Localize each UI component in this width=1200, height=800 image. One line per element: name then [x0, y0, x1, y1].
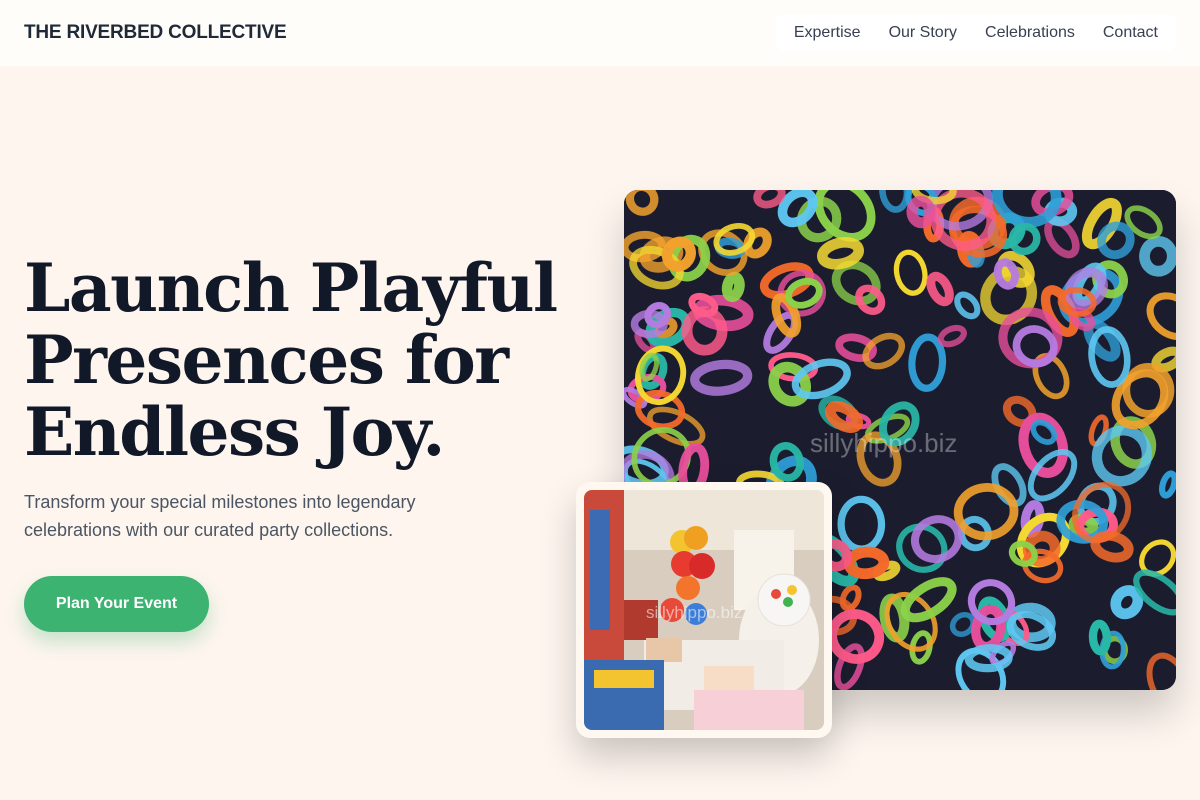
- plan-your-event-button[interactable]: Plan Your Event: [24, 576, 209, 632]
- top-navigation-bar: THE RIVERBED COLLECTIVE Expertise Our St…: [0, 0, 1200, 66]
- hero-title: Launch Playful Presences for Endless Joy…: [24, 249, 558, 471]
- nav-item-our-story[interactable]: Our Story: [875, 15, 971, 51]
- party-table-photo-card: sillyhippo.biz: [576, 482, 832, 738]
- brand-logo-text[interactable]: THE RIVERBED COLLECTIVE: [24, 22, 287, 44]
- nav-item-expertise[interactable]: Expertise: [780, 15, 875, 51]
- secondary-image-watermark: sillyhippo.biz: [646, 603, 742, 622]
- nav-item-contact[interactable]: Contact: [1089, 15, 1172, 51]
- hero-subtitle: Transform your special milestones into l…: [24, 492, 416, 540]
- main-image-watermark: sillyhippo.biz: [810, 428, 957, 458]
- main-nav: Expertise Our Story Celebrations Contact: [775, 15, 1176, 51]
- party-table-photo: sillyhippo.biz: [584, 490, 824, 730]
- nav-item-celebrations[interactable]: Celebrations: [971, 15, 1089, 51]
